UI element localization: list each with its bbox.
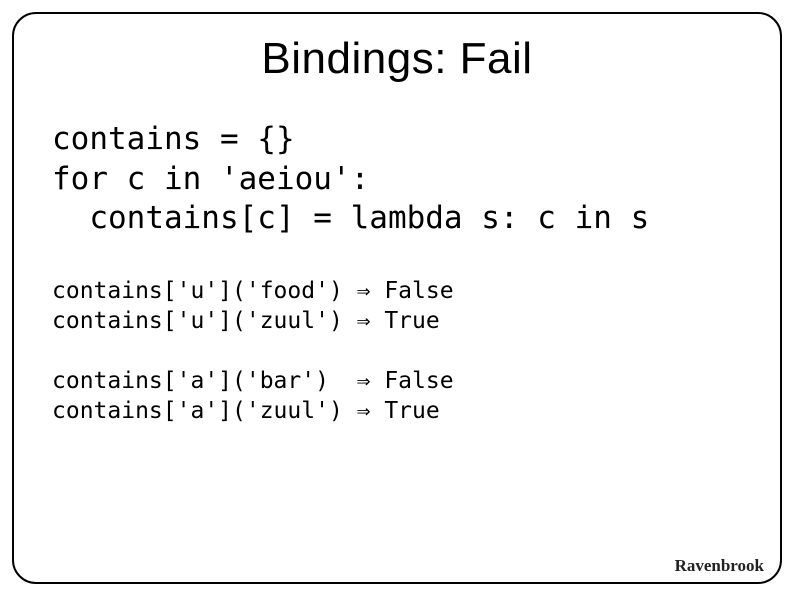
brand-footer: Ravenbrook <box>675 556 764 576</box>
code-output-block: contains['u']('food') ⇒ False contains['… <box>52 277 742 426</box>
slide-frame: Bindings: Fail contains = {} for c in 'a… <box>12 12 782 584</box>
code-main-block: contains = {} for c in 'aeiou': contains… <box>52 120 742 239</box>
slide-title: Bindings: Fail <box>52 34 742 84</box>
